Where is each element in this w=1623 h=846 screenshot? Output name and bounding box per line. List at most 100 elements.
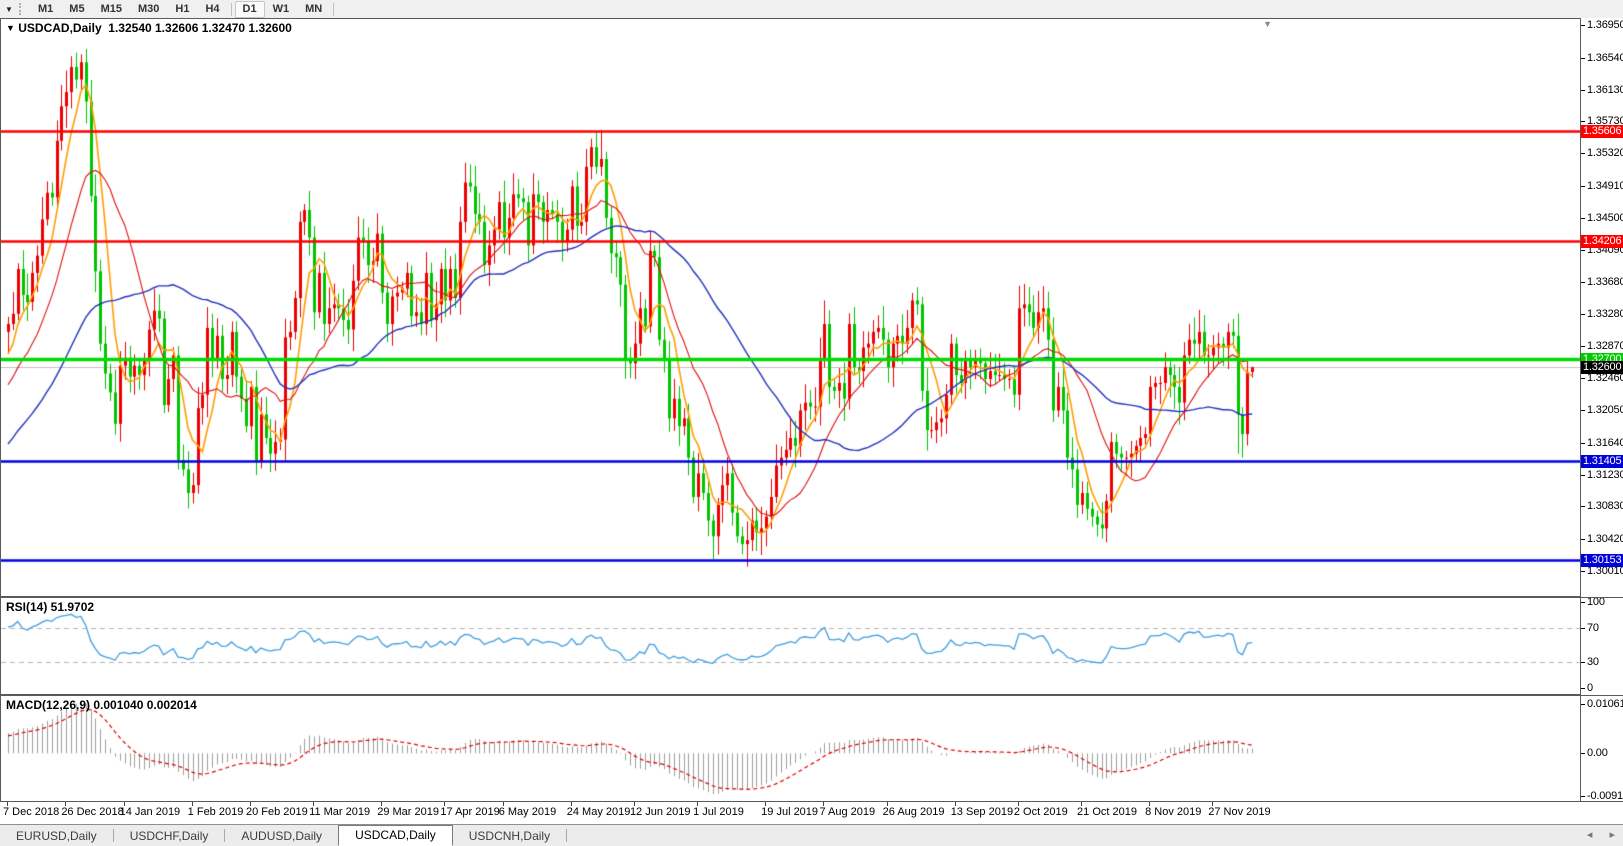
tab-scroll-arrows: ◂ ▸ [1573, 828, 1615, 841]
timeframe-button-mn[interactable]: MN [297, 1, 330, 18]
time-tick-label: 11 Mar 2019 [309, 806, 371, 818]
chart-tab-usdcnh[interactable]: USDCNH,Daily [453, 826, 566, 846]
macd-indicator-pane[interactable]: MACD(12,26,9) 0.001040 0.002014 [0, 695, 1581, 802]
price-tick: 1.33680 [1581, 276, 1623, 289]
axis-tick-mark [1581, 442, 1585, 444]
rsi-tick: 30 [1581, 656, 1623, 669]
chart-tab-usdcad[interactable]: USDCAD,Daily [338, 825, 453, 846]
price-tick: 1.31230 [1581, 469, 1623, 482]
axis-tick-mark [1581, 378, 1585, 380]
chart-tab-eurusd[interactable]: EURUSD,Daily [0, 826, 113, 846]
tab-separator [566, 829, 568, 842]
macd-canvas[interactable] [1, 696, 1580, 801]
price-tick: 1.30010 [1581, 565, 1623, 578]
axis-tick-text: 1.36950 [1587, 19, 1623, 32]
price-tick: 1.33280 [1581, 308, 1623, 321]
price-tick: 1.31640 [1581, 437, 1623, 450]
chart-dropdown-icon[interactable]: ▼ [0, 1, 18, 17]
axis-tick-text: 0 [1587, 682, 1593, 694]
price-tick: 1.32870 [1581, 340, 1623, 353]
price-badge: 1.30153 [1581, 553, 1623, 567]
axis-tick-text: 0.00 [1587, 747, 1608, 760]
axis-tick-mark [1581, 704, 1585, 705]
price-badge: 1.32600 [1581, 361, 1623, 375]
axis-tick-mark [1581, 662, 1585, 664]
macd-label: MACD(12,26,9) 0.001040 0.002014 [6, 698, 197, 712]
timeframe-button-m5[interactable]: M5 [61, 1, 92, 18]
price-tick: 1.34910 [1581, 180, 1623, 193]
time-tick-label: 8 Nov 2019 [1145, 806, 1202, 818]
axis-pane-divider [1581, 597, 1623, 598]
timeframe-button-w1[interactable]: W1 [265, 1, 298, 18]
rsi-tick: 70 [1581, 622, 1623, 635]
collapse-triangle-icon[interactable]: ▼ [6, 23, 15, 33]
axis-tick-mark [1581, 57, 1585, 59]
trading-terminal-window: ▼ M1 M5 M15 M30 H1 H4 D1 W1 MN ▼ USDCAD,Daily 1.… [0, 0, 1623, 846]
price-badge: 1.34206 [1581, 234, 1623, 248]
price-tick: 1.30420 [1581, 533, 1623, 546]
axis-pane-divider [1581, 695, 1623, 696]
time-tick-label: 7 Aug 2019 [819, 806, 876, 818]
axis-tick-text: 1.30830 [1587, 500, 1623, 513]
axis-tick-text: 30 [1587, 656, 1599, 669]
price-tick: 1.34500 [1581, 212, 1623, 225]
time-axis[interactable]: 7 Dec 2018 26 Dec 2018 14 Jan 2019 1 Feb 20… [0, 802, 1623, 824]
chart-tab-audusd[interactable]: AUDUSD,Daily [225, 826, 338, 846]
chart-title: ▼ USDCAD,Daily 1.32540 1.32606 1.32470 1… [6, 21, 292, 35]
axis-tick-text: 0.010615 [1587, 698, 1623, 710]
timeframe-button-h4[interactable]: H4 [197, 1, 227, 18]
price-chart-pane[interactable]: ▼ USDCAD,Daily 1.32540 1.32606 1.32470 1… [0, 18, 1581, 597]
toolbar-separator [230, 2, 232, 16]
axis-tick-mark [1581, 796, 1585, 797]
timeframe-button-m15[interactable]: M15 [93, 1, 130, 18]
axis-tick-mark [1581, 753, 1585, 755]
toolbar-grip-handle[interactable] [19, 3, 26, 15]
price-axis[interactable]: 1.36950 1.36540 1.36130 1.35730 1.35320 1.349… [1581, 18, 1623, 802]
price-tick: 1.32050 [1581, 404, 1623, 417]
candlestick-canvas[interactable] [1, 19, 1580, 596]
toolbar-separator [333, 2, 335, 16]
axis-tick-text: 1.34910 [1587, 179, 1623, 192]
axis-tick-mark [1581, 570, 1585, 572]
axis-tick-text: 70 [1587, 621, 1599, 634]
time-tick-label: 7 Dec 2018 [3, 806, 60, 818]
axis-tick-text: 1.30010 [1587, 564, 1623, 577]
timeframe-button-h1[interactable]: H1 [167, 1, 197, 18]
price-tick: 1.36950 [1581, 19, 1623, 32]
axis-tick-mark [1581, 410, 1585, 412]
chart-shift-marker-icon[interactable]: ▼ [1263, 19, 1272, 29]
time-tick-label: 21 Oct 2019 [1077, 806, 1137, 818]
tab-scroll-right-icon[interactable]: ▸ [1609, 829, 1615, 841]
rsi-indicator-pane[interactable]: RSI(14) 51.9702 [0, 597, 1581, 695]
axis-tick-text: 1.36540 [1587, 51, 1623, 64]
axis-tick-text: 1.32870 [1587, 340, 1623, 353]
axis-tick-mark [1581, 25, 1585, 27]
tab-scroll-left-icon[interactable]: ◂ [1587, 829, 1593, 841]
axis-tick-text: 1.34500 [1587, 211, 1623, 224]
axis-tick-mark [1581, 346, 1585, 348]
rsi-canvas[interactable] [1, 598, 1580, 694]
chart-tab-usdchf[interactable]: USDCHF,Daily [114, 826, 225, 846]
axis-tick-mark [1581, 250, 1585, 252]
time-tick-label: 20 Feb 2019 [246, 806, 308, 818]
price-tick: 1.36540 [1581, 52, 1623, 65]
time-tick-label: 1 Jul 2019 [693, 806, 744, 818]
time-tick-label: 2 Oct 2019 [1013, 806, 1068, 818]
time-tick-label: 26 Dec 2018 [61, 806, 124, 818]
timeframe-button-d1[interactable]: D1 [234, 0, 265, 18]
timeframe-toolbar: ▼ M1 M5 M15 M30 H1 H4 D1 W1 MN [0, 0, 1623, 19]
timeframe-button-m1[interactable]: M1 [30, 1, 61, 18]
timeframe-button-m30[interactable]: M30 [130, 1, 167, 18]
time-tick-label: 27 Nov 2019 [1208, 806, 1271, 818]
price-badge: 1.35606 [1581, 124, 1623, 138]
time-tick-label: 29 Mar 2019 [377, 806, 439, 818]
axis-tick-text: 1.31640 [1587, 436, 1623, 449]
time-tick-label: 19 Jul 2019 [761, 806, 819, 818]
time-tick-label: 24 May 2019 [566, 806, 631, 818]
chart-title-symbol: USDCAD,Daily [18, 21, 102, 35]
macd-tick: 0.010615 [1581, 698, 1623, 711]
price-badge: 1.31405 [1581, 455, 1623, 469]
axis-tick-mark [1581, 185, 1585, 187]
axis-tick-mark [1581, 474, 1585, 476]
price-tick: 1.30830 [1581, 500, 1623, 513]
